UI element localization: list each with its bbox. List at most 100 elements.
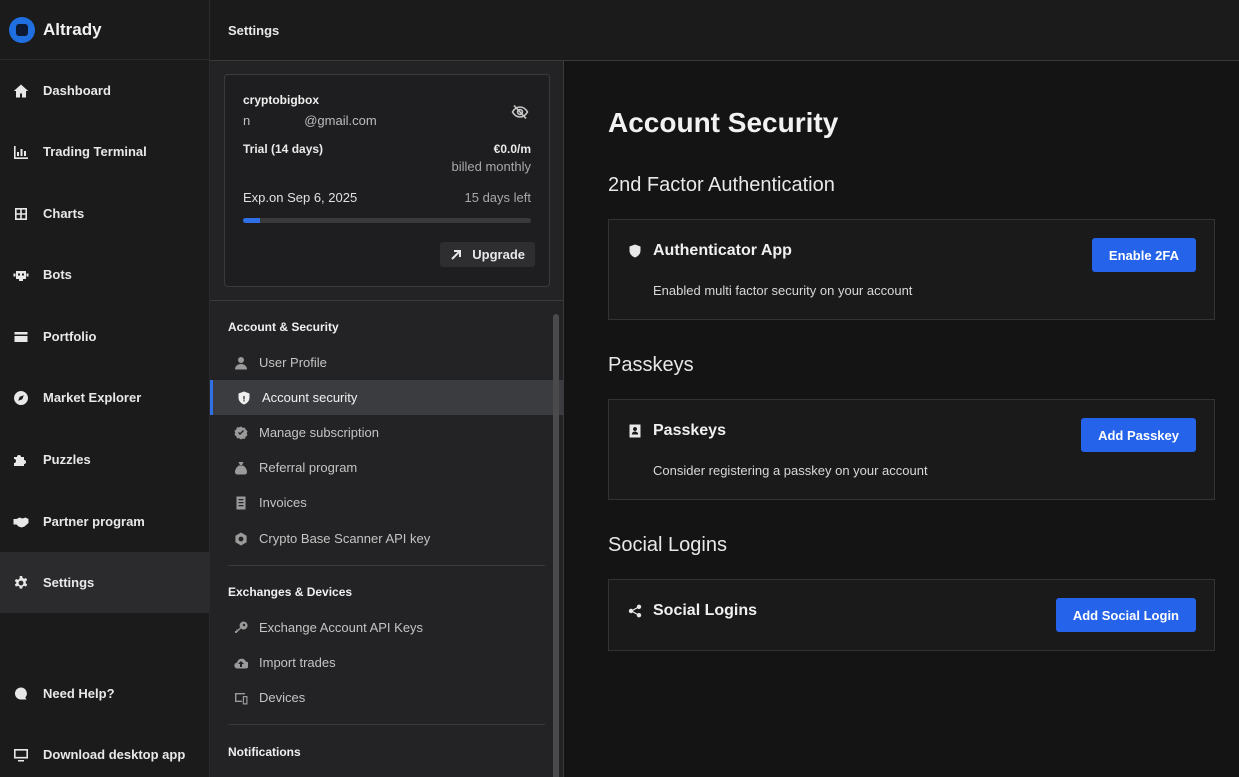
upgrade-button[interactable]: Upgrade xyxy=(440,242,535,267)
nav-item-label: Charts xyxy=(43,206,85,221)
menu-item-label: Devices xyxy=(259,690,306,705)
nav-item-label: Portfolio xyxy=(43,329,97,344)
nav-item-dashboard[interactable]: Dashboard xyxy=(0,60,209,121)
user-icon xyxy=(234,356,248,370)
email-prefix: n xyxy=(243,113,251,128)
eye-off-icon[interactable] xyxy=(511,103,529,121)
menu-item-label: Account security xyxy=(262,390,358,405)
panel-title: Passkeys xyxy=(653,422,726,439)
menu-item-label: Manage subscription xyxy=(259,425,379,440)
nav-item-label: Market Explorer xyxy=(43,390,142,405)
menu-item-devices[interactable]: Devices xyxy=(210,680,563,715)
key-icon xyxy=(234,620,248,635)
receipt-icon xyxy=(234,496,248,510)
plan-name: Trial (14 days) xyxy=(243,142,324,156)
expiry-date: Exp.on Sep 6, 2025 xyxy=(243,190,358,205)
settings-menu-scrollbar[interactable] xyxy=(553,314,559,777)
nav-item-charts[interactable]: Charts xyxy=(0,183,209,244)
nav-item-label: Trading Terminal xyxy=(43,144,147,159)
panel-title: Authenticator App xyxy=(653,242,792,259)
share-icon xyxy=(628,604,642,618)
add-passkey-button[interactable]: Add Passkey xyxy=(1081,418,1196,452)
settings-sidebar: cryptobigbox n @gmail.com Trial (14 days)… xyxy=(210,61,564,777)
arrow-up-right-icon xyxy=(451,249,462,260)
section-heading-2fa: 2nd Factor Authentication xyxy=(608,174,835,196)
compass-icon xyxy=(12,389,30,407)
settings-menu: Account & Security User Profile Account … xyxy=(210,300,563,777)
menu-divider xyxy=(228,565,545,566)
cog-icon xyxy=(234,532,248,546)
email-domain: @gmail.com xyxy=(304,113,377,128)
add-social-login-button[interactable]: Add Social Login xyxy=(1055,598,1196,632)
nav-item-settings[interactable]: Settings xyxy=(0,552,209,613)
trial-progress-fill xyxy=(243,218,261,223)
enable-2fa-button[interactable]: Enable 2FA xyxy=(1091,238,1196,272)
menu-item-referral-program[interactable]: Referral program xyxy=(210,450,563,485)
nav-item-download-app[interactable]: Download desktop app xyxy=(0,724,209,777)
handshake-icon xyxy=(12,513,30,531)
bar-chart-icon xyxy=(12,143,30,161)
nav-item-label: Dashboard xyxy=(43,83,111,98)
nav-item-trading-terminal[interactable]: Trading Terminal xyxy=(0,121,209,182)
menu-item-account-security[interactable]: Account security xyxy=(210,380,563,415)
nav-item-partner-program[interactable]: Partner program xyxy=(0,491,209,552)
passkeys-panel: Passkeys Consider registering a passkey … xyxy=(608,399,1215,500)
nav-item-bots[interactable]: Bots xyxy=(0,244,209,305)
section-header-notifications: Notifications xyxy=(228,745,301,759)
panel-title: Social Logins xyxy=(653,602,758,619)
grid-icon xyxy=(12,205,30,223)
menu-item-invoices[interactable]: Invoices xyxy=(210,485,563,520)
nav-item-label: Bots xyxy=(43,267,72,282)
billing-cycle: billed monthly xyxy=(451,159,532,174)
menu-item-manage-subscription[interactable]: Manage subscription xyxy=(210,415,563,450)
nav-item-puzzles[interactable]: Puzzles xyxy=(0,429,209,490)
menu-item-label: Import trades xyxy=(259,655,336,670)
nav-item-label: Download desktop app xyxy=(43,747,186,762)
home-icon xyxy=(12,82,30,100)
id-badge-icon xyxy=(628,424,642,438)
page-breadcrumb: Settings xyxy=(228,22,280,38)
nav-item-portfolio[interactable]: Portfolio xyxy=(0,306,209,367)
social-logins-panel: Social Logins Add Social Login xyxy=(608,579,1215,651)
menu-item-label: User Profile xyxy=(259,355,327,370)
sidebar-nav: Altrady Dashboard Trading Terminal Chart… xyxy=(0,0,210,777)
nav-item-label: Need Help? xyxy=(43,686,115,701)
panel-description: Enabled multi factor security on your ac… xyxy=(653,283,913,298)
monitor-icon xyxy=(12,746,30,764)
authenticator-panel: Authenticator App Enabled multi factor s… xyxy=(608,219,1215,320)
nav-item-need-help[interactable]: Need Help? xyxy=(0,663,209,724)
badge-check-icon xyxy=(234,426,248,440)
top-bar: Settings xyxy=(210,0,1239,61)
plan-price: €0.0/m xyxy=(493,142,531,156)
account-username: cryptobigbox xyxy=(243,93,320,107)
brand[interactable]: Altrady xyxy=(0,0,209,60)
section-heading-social-logins: Social Logins xyxy=(608,534,727,556)
upgrade-label: Upgrade xyxy=(472,247,525,262)
puzzle-icon xyxy=(12,451,30,469)
page-title: Account Security xyxy=(608,107,839,138)
devices-icon xyxy=(234,691,248,705)
menu-item-import-trades[interactable]: Import trades xyxy=(210,645,563,680)
gear-icon xyxy=(12,574,30,592)
panel-description: Consider registering a passkey on your a… xyxy=(653,463,928,478)
section-header-account-security: Account & Security xyxy=(228,320,339,334)
menu-item-label: Referral program xyxy=(259,460,358,475)
menu-divider xyxy=(228,724,545,725)
brand-name: Altrady xyxy=(43,19,102,39)
menu-item-user-profile[interactable]: User Profile xyxy=(210,345,563,380)
cloud-upload-icon xyxy=(234,656,248,670)
nav-item-label: Puzzles xyxy=(43,452,91,467)
shield-icon xyxy=(237,391,251,405)
menu-item-label: Crypto Base Scanner API key xyxy=(259,531,431,546)
nav-item-market-explorer[interactable]: Market Explorer xyxy=(0,367,209,428)
money-bag-icon xyxy=(234,461,248,475)
nav-item-label: Partner program xyxy=(43,514,145,529)
nav-item-label: Settings xyxy=(43,575,95,590)
menu-item-api-key[interactable]: Crypto Base Scanner API key xyxy=(210,521,563,556)
help-chat-icon xyxy=(12,685,30,703)
menu-item-label: Invoices xyxy=(259,495,307,510)
altrady-logo-icon xyxy=(9,16,35,43)
main-content: Account Security 2nd Factor Authenticati… xyxy=(564,61,1239,777)
app-root: Altrady Dashboard Trading Terminal Chart… xyxy=(0,0,1239,777)
menu-item-exchange-api-keys[interactable]: Exchange Account API Keys xyxy=(210,610,563,645)
